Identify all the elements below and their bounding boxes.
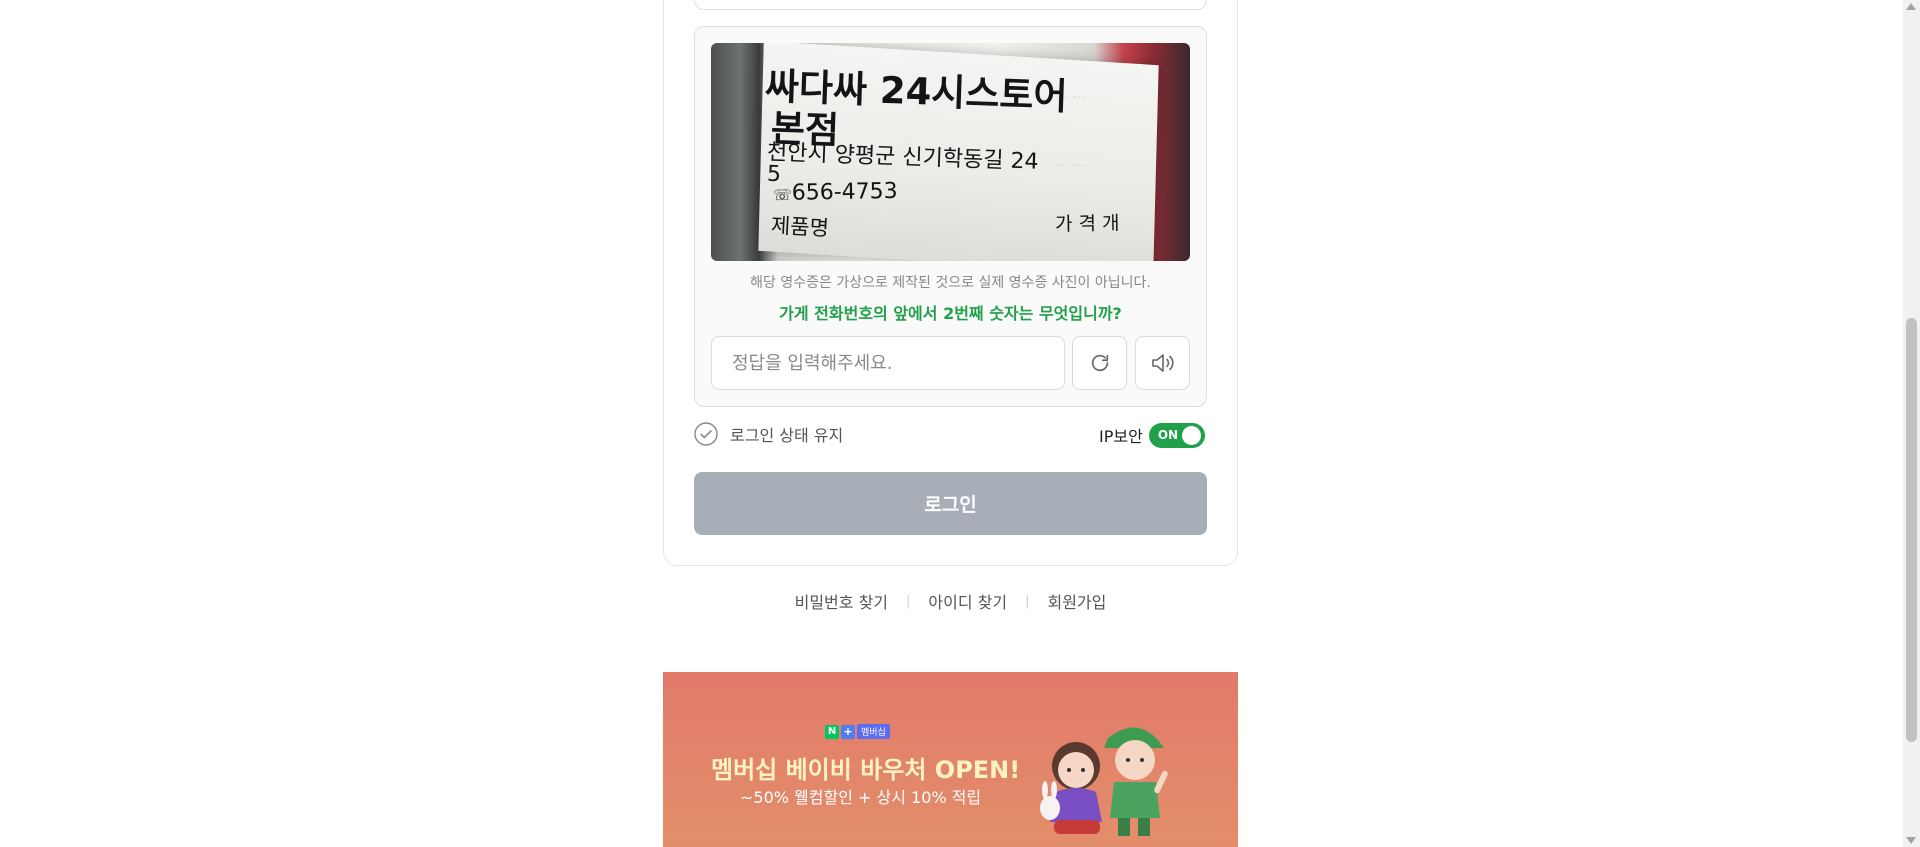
ip-security: IP보안 ON [1099, 422, 1205, 448]
banner-subline: ~50% 웰컴할인 + 상시 10% 적립 [740, 788, 982, 807]
kids-illustration [1040, 727, 1168, 836]
keep-login-checkbox[interactable]: 로그인 상태 유지 [694, 422, 843, 446]
password-field-partial[interactable] [694, 0, 1207, 10]
check-circle-icon [694, 422, 718, 446]
receipt-phone: ☏656-4753 [772, 178, 898, 206]
toggle-state-text: ON [1157, 427, 1179, 442]
signup-link[interactable]: 회원가입 [1047, 589, 1106, 613]
receipt-column-price: 가 격 개 [1054, 212, 1120, 236]
captcha-notice: 해당 영수증은 가상으로 제작된 것으로 실제 영수증 사진이 아닙니다. [750, 275, 1151, 291]
ip-security-label: IP보안 [1099, 427, 1143, 446]
banner-headline: 멤버십 베이비 바우처 OPEN! [711, 756, 1021, 784]
captcha-refresh-button[interactable] [1072, 336, 1127, 390]
captcha-receipt-image: ··· ··· ··· ··· 싸다싸 24시스토어 본점 천안시 양평군 신기… [711, 43, 1190, 261]
scrollbar-thumb[interactable] [1906, 318, 1917, 742]
divider: | [906, 593, 911, 609]
plus-icon: + [841, 724, 855, 739]
keep-login-label: 로그인 상태 유지 [730, 426, 844, 445]
naver-logo-icon: N [825, 724, 839, 739]
ip-security-toggle[interactable]: ON [1148, 422, 1205, 448]
find-id-link[interactable]: 아이디 찾기 [928, 589, 1007, 613]
receipt-column-product: 제품명 [770, 213, 830, 241]
scroll-down-arrow-icon[interactable] [1906, 837, 1916, 844]
login-button[interactable]: 로그인 [694, 472, 1207, 535]
speaker-icon [1151, 354, 1174, 372]
login-page: ··· ··· ··· ··· 싸다싸 24시스토어 본점 천안시 양평군 신기… [0, 0, 1920, 847]
refresh-icon [1091, 354, 1108, 372]
find-password-link[interactable]: 비밀번호 찾기 [795, 589, 888, 613]
naver-plus-badge: N + 멤버십 [825, 724, 890, 739]
page-scrollbar[interactable] [1903, 0, 1920, 847]
footer-links: 비밀번호 찾기 | 아이디 찾기 | 회원가입 [663, 590, 1238, 612]
divider: | [1025, 593, 1030, 609]
toggle-knob [1181, 425, 1201, 445]
receipt-ghost-text: ··· ··· [1056, 159, 1085, 174]
membership-banner[interactable]: N + 멤버십 멤버십 베이비 바우처 OPEN! ~50% 웰컴할인 + 상시… [663, 672, 1238, 847]
captcha-answer-input[interactable] [711, 336, 1065, 390]
scroll-up-arrow-icon[interactable] [1906, 3, 1916, 10]
phone-icon: ☏ [772, 185, 792, 205]
captcha-audio-button[interactable] [1135, 336, 1190, 390]
membership-tag: 멤버십 [857, 724, 890, 739]
captcha-question: 가게 전화번호의 앞에서 2번째 숫자는 무엇입니까? [779, 304, 1122, 323]
